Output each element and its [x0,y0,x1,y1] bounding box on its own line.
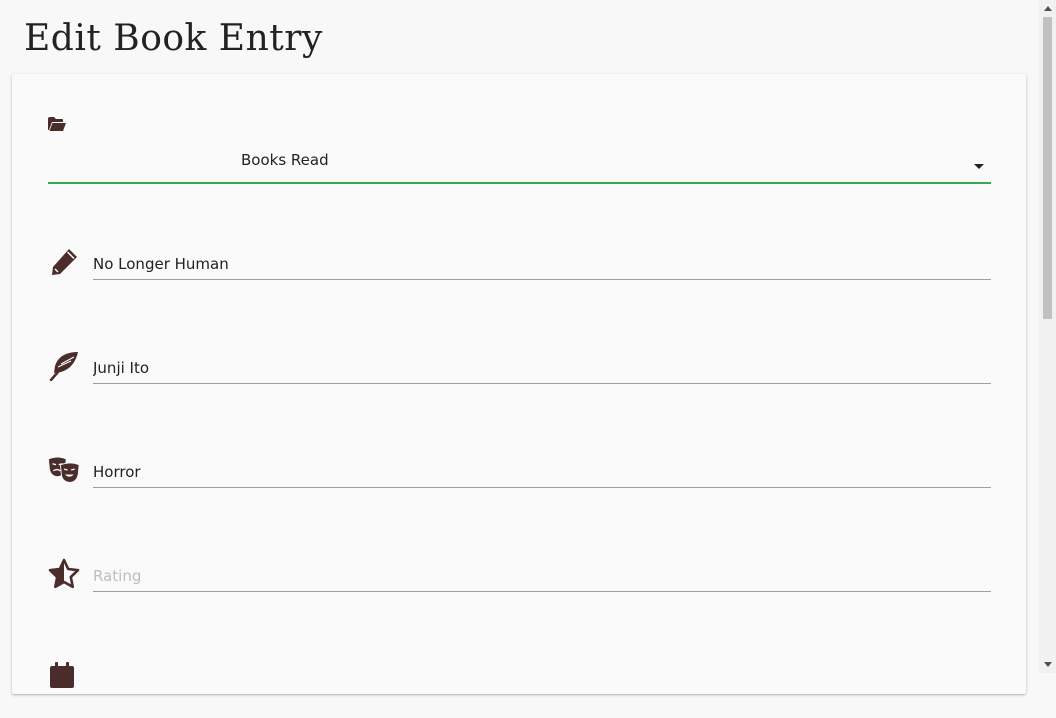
title-row [48,246,991,302]
author-row [48,350,991,406]
title-input[interactable] [93,249,991,280]
author-input[interactable] [93,353,991,384]
page-scrollbar[interactable] [1039,0,1056,673]
calendar-icon [48,662,76,690]
list-select[interactable]: Books Read [48,144,991,184]
book-entry-form: Books Read [12,74,1026,694]
page-title: Edit Book Entry [24,18,323,59]
rating-row [48,558,991,614]
pencil-icon [48,246,80,278]
scroll-up-arrow-icon[interactable] [1039,0,1056,17]
folder-open-icon [48,116,66,132]
list-select-value: Books Read [241,151,329,169]
theater-masks-icon [48,454,80,486]
genre-input[interactable] [93,457,991,488]
scroll-down-arrow-icon[interactable] [1039,656,1056,673]
half-star-icon [48,558,80,590]
date-row [48,662,991,718]
feather-icon [48,350,80,382]
caret-down-icon [973,156,985,169]
genre-row [48,454,991,510]
scroll-thumb[interactable] [1043,17,1052,319]
rating-input[interactable] [93,561,991,592]
